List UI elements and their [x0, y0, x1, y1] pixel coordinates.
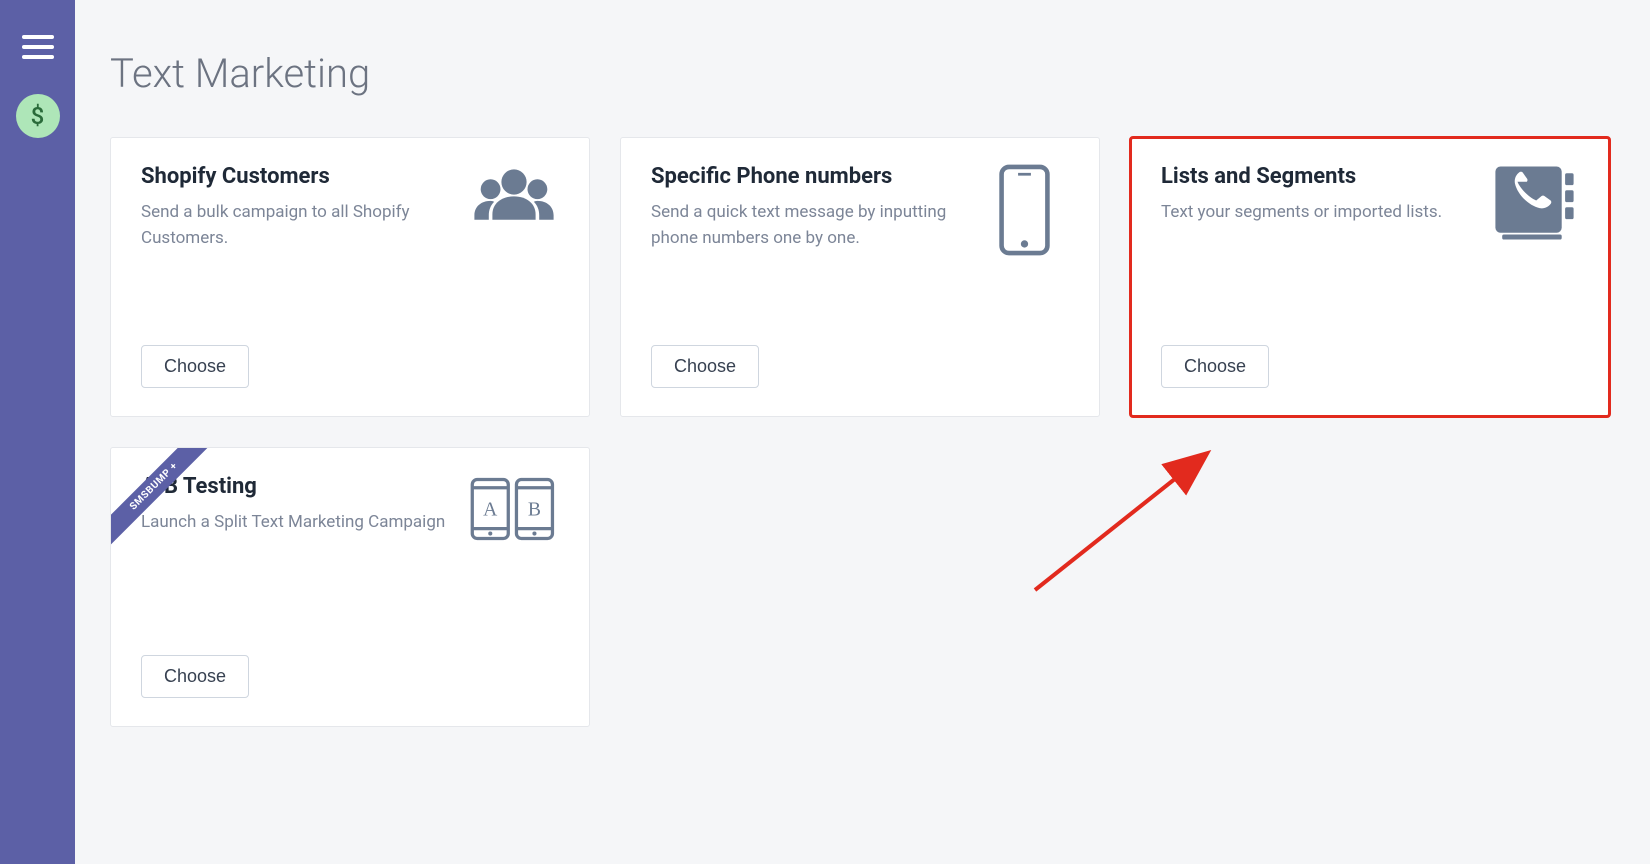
- page-title: Text Marketing: [110, 50, 1615, 97]
- card-title: Lists and Segments: [1161, 164, 1469, 189]
- card-description: Text your segments or imported lists.: [1161, 199, 1469, 225]
- card-text: Lists and Segments Text your segments or…: [1161, 164, 1469, 225]
- card-text: Specific Phone numbers Send a quick text…: [651, 164, 959, 252]
- svg-text:A: A: [483, 500, 498, 521]
- card-footer: Choose: [141, 635, 559, 698]
- customers-icon: [469, 164, 559, 236]
- choose-button[interactable]: Choose: [1161, 345, 1269, 388]
- cards-grid: Shopify Customers Send a bulk campaign t…: [110, 137, 1610, 727]
- card-title: Shopify Customers: [141, 164, 449, 189]
- main-content: Text Marketing Shopify Customers Send a …: [75, 0, 1650, 864]
- card-footer: Choose: [141, 325, 559, 388]
- contact-book-icon: [1489, 164, 1579, 242]
- card-footer: Choose: [651, 325, 1069, 388]
- card-specific-phone-numbers: Specific Phone numbers Send a quick text…: [620, 137, 1100, 417]
- card-text: A/B Testing Launch a Split Text Marketin…: [141, 474, 449, 535]
- balance-badge[interactable]: $: [16, 94, 60, 138]
- card-header: A/B Testing Launch a Split Text Marketin…: [141, 474, 559, 544]
- card-text: Shopify Customers Send a bulk campaign t…: [141, 164, 449, 252]
- choose-button[interactable]: Choose: [141, 655, 249, 698]
- card-description: Send a quick text message by inputting p…: [651, 199, 959, 252]
- sidebar: $: [0, 0, 75, 864]
- choose-button[interactable]: Choose: [651, 345, 759, 388]
- card-header: Specific Phone numbers Send a quick text…: [651, 164, 1069, 256]
- card-ab-testing: SMSBUMP + A/B Testing Launch a Split Tex…: [110, 447, 590, 727]
- card-header: Lists and Segments Text your segments or…: [1161, 164, 1579, 242]
- card-lists-and-segments: Lists and Segments Text your segments or…: [1130, 137, 1610, 417]
- dollar-icon: $: [31, 102, 45, 130]
- card-shopify-customers: Shopify Customers Send a bulk campaign t…: [110, 137, 590, 417]
- card-title: A/B Testing: [141, 474, 449, 499]
- card-footer: Choose: [1161, 325, 1579, 388]
- choose-button[interactable]: Choose: [141, 345, 249, 388]
- svg-text:B: B: [528, 500, 541, 521]
- ab-test-icon: A B: [469, 474, 559, 544]
- card-title: Specific Phone numbers: [651, 164, 959, 189]
- menu-icon[interactable]: [22, 35, 54, 59]
- phone-icon: [979, 164, 1069, 256]
- card-description: Send a bulk campaign to all Shopify Cust…: [141, 199, 449, 252]
- card-description: Launch a Split Text Marketing Campaign: [141, 509, 449, 535]
- card-header: Shopify Customers Send a bulk campaign t…: [141, 164, 559, 252]
